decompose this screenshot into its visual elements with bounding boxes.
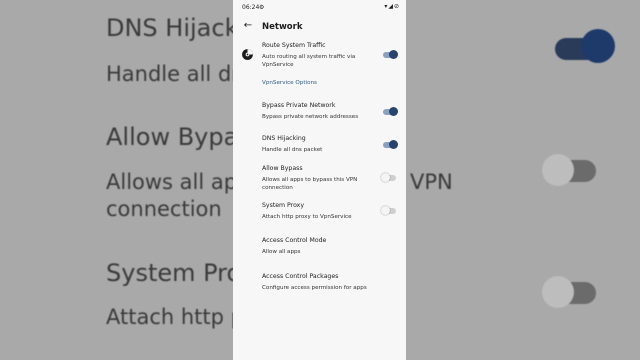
setting-title: Access Control Packages <box>262 273 339 280</box>
setting-summary: Allow all apps <box>262 249 301 255</box>
page-title: Network <box>262 22 303 32</box>
bg-text: Attach http p <box>106 305 244 329</box>
status-bar: 06:24 ⚙ ▾◢⊘ <box>233 0 406 14</box>
bg-toggle <box>555 29 615 63</box>
setting-title: Route System Traffic <box>262 42 326 49</box>
access-control-packages-row[interactable]: Access Control Packages Configure access… <box>233 271 406 297</box>
bg-text: VPN <box>410 170 453 194</box>
allow-bypass-switch[interactable] <box>381 173 396 182</box>
allow-bypass-row[interactable]: Allow Bypass Allows all apps to bypass t… <box>233 163 406 195</box>
setting-title: System Proxy <box>262 202 304 209</box>
setting-summary: Handle all dns packet <box>262 147 323 153</box>
bg-text: Allows all ap <box>106 170 238 194</box>
setting-title: Access Control Mode <box>262 237 327 244</box>
setting-title: Allow Bypass <box>262 165 303 172</box>
bypass-private-network-row[interactable]: Bypass Private Network Bypass private ne… <box>233 100 406 126</box>
setting-summary: Allows all apps to bypass this VPN conne… <box>262 177 358 191</box>
bg-toggle <box>542 154 596 186</box>
route-system-traffic-row[interactable]: Route System Traffic Auto routing all sy… <box>233 40 406 74</box>
phone-screen: 06:24 ⚙ ▾◢⊘ ← Network Route System Traff… <box>233 0 406 360</box>
setting-summary: Auto routing all system traffic via VpnS… <box>262 54 356 68</box>
bypass-private-network-switch[interactable] <box>383 107 398 116</box>
bg-text: Allow Bypa <box>106 123 239 151</box>
bg-toggle <box>542 276 596 308</box>
status-icons: ▾◢⊘ <box>384 3 400 10</box>
system-proxy-switch[interactable] <box>381 206 396 215</box>
settings-icon: ⚙ <box>259 3 265 11</box>
setting-title: DNS Hijacking <box>262 135 306 142</box>
bg-text: Handle all dn <box>106 62 245 86</box>
bg-text: DNS Hijacki <box>106 14 246 42</box>
status-time: 06:24 <box>242 4 260 11</box>
section-header: VpnService Options <box>262 80 317 86</box>
back-arrow-icon[interactable]: ← <box>242 20 254 32</box>
setting-summary: Bypass private network addresses <box>262 114 359 120</box>
setting-title: Bypass Private Network <box>262 102 336 109</box>
access-control-mode-row[interactable]: Access Control Mode Allow all apps <box>233 235 406 261</box>
bg-text: connection <box>106 197 222 221</box>
dns-hijacking-switch[interactable] <box>383 140 398 149</box>
dns-hijacking-row[interactable]: DNS Hijacking Handle all dns packet <box>233 133 406 159</box>
setting-summary: Attach http proxy to VpnService <box>262 214 352 220</box>
app-bar: ← Network <box>233 14 406 40</box>
setting-summary: Configure access permission for apps <box>262 285 367 291</box>
bg-text: System Pro <box>106 259 242 287</box>
route-system-traffic-switch[interactable] <box>383 50 398 59</box>
system-proxy-row[interactable]: System Proxy Attach http proxy to VpnSer… <box>233 200 406 226</box>
